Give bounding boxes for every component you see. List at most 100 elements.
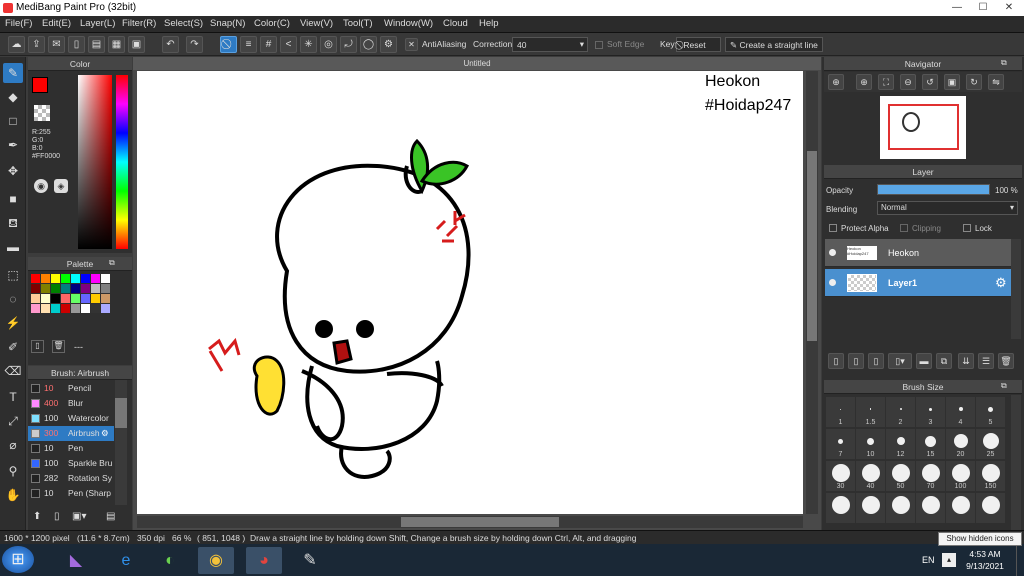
menu-filter[interactable]: Filter(R)	[122, 18, 156, 29]
color-swatch[interactable]	[31, 294, 40, 303]
visual-studio-icon[interactable]: ◣	[58, 547, 94, 574]
snap-off-icon[interactable]: ⃠	[220, 36, 237, 53]
menu-edit[interactable]: Edit(E)	[42, 18, 71, 29]
undo-icon[interactable]: ↶	[162, 36, 179, 53]
menu-cloud[interactable]: Cloud	[443, 18, 468, 29]
move-tool-icon[interactable]: ✥	[3, 161, 23, 181]
brush-size-cell[interactable]	[976, 493, 1005, 523]
brush-size-cell[interactable]: 2	[886, 397, 915, 427]
start-button[interactable]: ⊞	[2, 546, 34, 573]
canvas-horizontal-scrollbar[interactable]	[137, 516, 803, 528]
menu-select[interactable]: Select(S)	[164, 18, 203, 29]
canvas-text[interactable]: Heokon #Hoidap247	[705, 71, 791, 118]
pen-tool-icon[interactable]: ✒	[3, 135, 23, 155]
internet-explorer-icon[interactable]: e	[108, 547, 144, 574]
duplicate-icon[interactable]: ⧉	[936, 353, 952, 369]
color-swatch[interactable]	[61, 304, 70, 313]
blending-select[interactable]: Normal ▾	[877, 201, 1018, 215]
lock-checkbox[interactable]	[963, 224, 971, 232]
soft-edge-checkbox[interactable]	[595, 41, 603, 49]
antialiasing-checkbox[interactable]: ✕	[405, 38, 418, 51]
visibility-icon[interactable]	[829, 279, 836, 286]
minimize-button[interactable]: —	[944, 0, 970, 16]
color-swatch[interactable]	[61, 274, 70, 283]
trash-icon[interactable]: 🗑	[52, 340, 65, 353]
color-window-icon[interactable]: ◈	[54, 179, 68, 193]
brush-size-cell[interactable]: 1.5	[856, 397, 885, 427]
layer-menu-icon[interactable]: ☰	[978, 353, 994, 369]
color-swatch[interactable]	[71, 304, 80, 313]
brush-size-cell[interactable]: 70	[916, 461, 945, 491]
merge-down-icon[interactable]: ⇊	[958, 353, 974, 369]
snap-parallel-icon[interactable]: ≡	[240, 36, 257, 53]
snap-curve-icon[interactable]: ⤾	[340, 36, 357, 53]
drawing-canvas[interactable]: Heokon #Hoidap247	[137, 71, 803, 514]
close-button[interactable]: ✕	[996, 0, 1022, 16]
color-swatch[interactable]	[31, 304, 40, 313]
palette-icon[interactable]: ◉	[34, 179, 48, 193]
brush-list-item[interactable]: 100 Sparkle Bru	[28, 456, 114, 471]
menu-view[interactable]: View(V)	[300, 18, 333, 29]
popout-icon[interactable]: ⧉	[1001, 58, 1007, 68]
brush-size-cell[interactable]	[826, 493, 855, 523]
brush-tool-icon[interactable]: ✎	[3, 63, 23, 83]
gradient-tool-icon[interactable]: ▬	[3, 237, 23, 257]
color-swatch[interactable]	[71, 274, 80, 283]
brush-size-cell[interactable]: 100	[946, 461, 975, 491]
color-swatch[interactable]	[31, 284, 40, 293]
color-swatch[interactable]	[61, 294, 70, 303]
brush-list-item[interactable]: 10 Pencil	[28, 381, 114, 396]
brush-size-cell[interactable]: 30	[826, 461, 855, 491]
eraser-tool-icon[interactable]: ◆	[3, 87, 23, 107]
color-swatch[interactable]	[81, 284, 90, 293]
share-icon[interactable]: ⇪	[28, 36, 45, 53]
medibang-icon[interactable]: ◕	[246, 547, 282, 574]
cloud-icon[interactable]: ☁	[8, 36, 25, 53]
gear-icon[interactable]: ⚙	[995, 275, 1007, 291]
menu-window[interactable]: Window(W)	[384, 18, 433, 29]
brush-list-item[interactable]: 100 Watercolor	[28, 411, 114, 426]
protect-alpha-checkbox[interactable]	[829, 224, 837, 232]
rotate-right-icon[interactable]: ↻	[966, 74, 982, 90]
popout-icon[interactable]: ⧉	[1001, 381, 1007, 391]
zoom-actual-icon[interactable]: ⛶	[878, 74, 894, 90]
foreground-color[interactable]	[32, 77, 48, 93]
brush-settings-icon[interactable]: ▤	[106, 511, 115, 522]
brush-size-cell[interactable]: 40	[856, 461, 885, 491]
layer-row-selected[interactable]: Layer1 ⚙	[825, 269, 1021, 297]
show-hidden-icons-button[interactable]: ▴	[942, 553, 956, 567]
color-swatch[interactable]	[71, 284, 80, 293]
straight-line-button[interactable]: ✎ Create a straight line	[725, 37, 823, 52]
trash-icon[interactable]: 🗑	[998, 353, 1014, 369]
layer-row[interactable]: Heokon #Hoidap247 Heokon	[825, 239, 1021, 267]
brush-size-scrollbar[interactable]	[1011, 395, 1021, 530]
maximize-button[interactable]: ☐	[970, 0, 996, 16]
bucket-tool-icon[interactable]: ⛾	[3, 213, 23, 233]
export-icon[interactable]: ▣	[128, 36, 145, 53]
clipping-checkbox[interactable]	[900, 224, 908, 232]
operation-tool-icon[interactable]: ⤢	[3, 411, 23, 431]
brush-scrollbar[interactable]	[115, 380, 127, 505]
new-swatch-icon[interactable]: ▯	[31, 340, 44, 353]
color-swatch[interactable]	[81, 304, 90, 313]
new-layer-copy-icon[interactable]: ▯	[848, 353, 864, 369]
snap-ellipse-icon[interactable]: ◯	[360, 36, 377, 53]
transparent-color[interactable]	[34, 105, 50, 121]
grid-icon[interactable]: ▦	[108, 36, 125, 53]
brush-size-cell[interactable]	[946, 493, 975, 523]
dot-tool-icon[interactable]: □	[3, 111, 23, 131]
select-eraser-icon[interactable]: ⌫	[3, 361, 23, 381]
snap-radial-icon[interactable]: ✳	[300, 36, 317, 53]
opacity-slider[interactable]	[877, 184, 990, 195]
color-swatch[interactable]	[51, 274, 60, 283]
menu-snap[interactable]: Snap(N)	[210, 18, 245, 29]
new-file-icon[interactable]: ▯	[68, 36, 85, 53]
select-pen-icon[interactable]: ✐	[3, 337, 23, 357]
hand-tool-icon[interactable]: ✋	[3, 485, 23, 505]
show-desktop-button[interactable]	[1016, 544, 1024, 576]
saturation-picker[interactable]	[78, 75, 112, 249]
dropper-icon[interactable]: ⚲	[3, 461, 23, 481]
zoom-fit-icon[interactable]: ⊕	[828, 74, 844, 90]
brush-size-cell[interactable]: 5	[976, 397, 1005, 427]
brush-size-cell[interactable]: 50	[886, 461, 915, 491]
